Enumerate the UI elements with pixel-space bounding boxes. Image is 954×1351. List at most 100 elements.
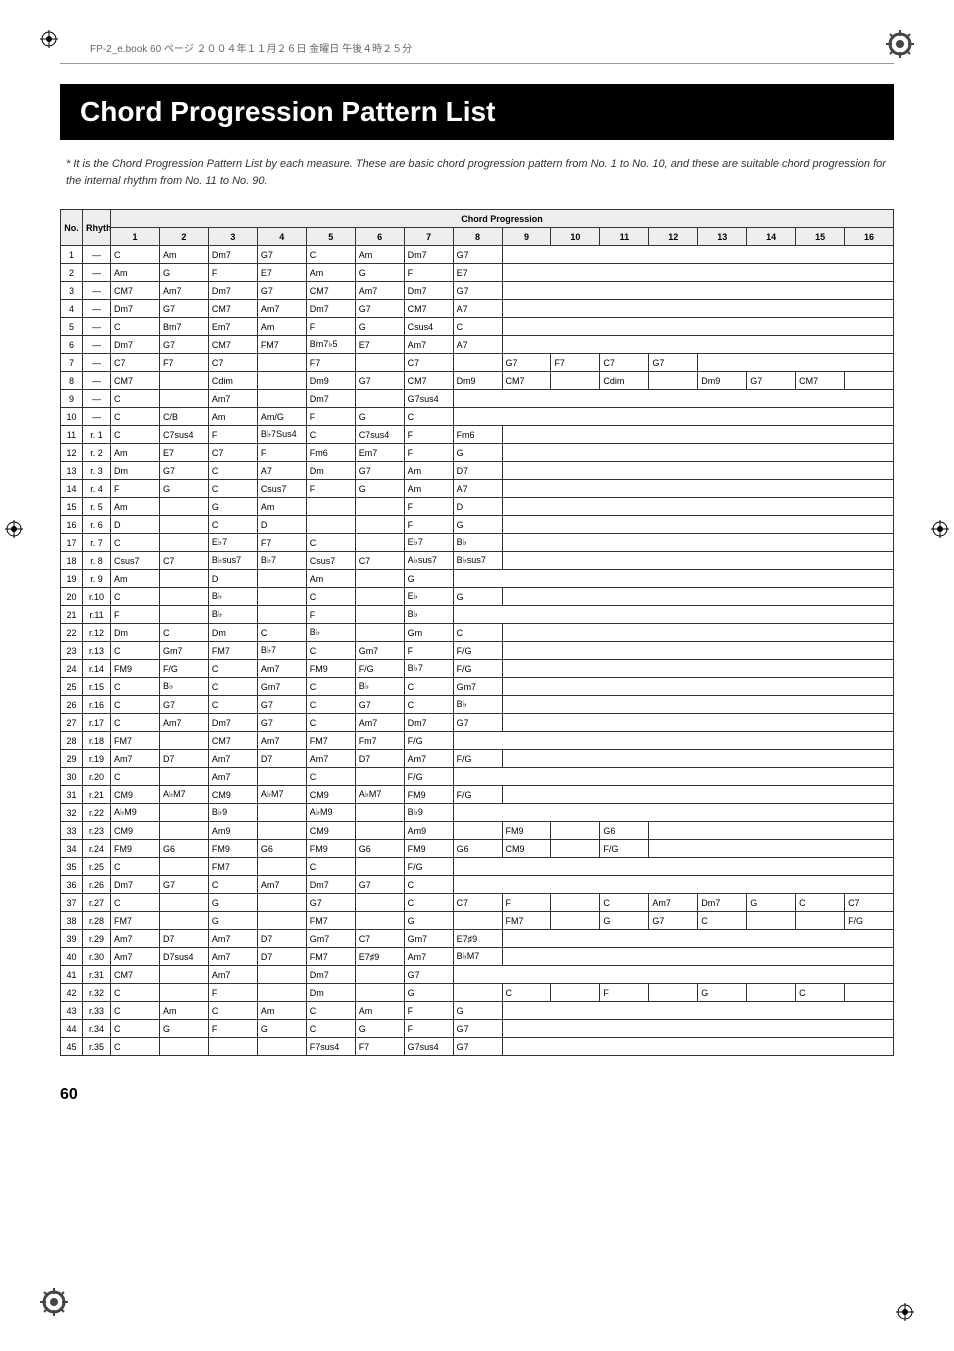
cell-no: 44 bbox=[61, 1020, 83, 1038]
cell-rhythm: r.18 bbox=[83, 732, 111, 750]
cell-chord: B♭sus7 bbox=[208, 552, 257, 570]
cell-chord: E7 bbox=[257, 264, 306, 282]
cell-chord: F7 bbox=[257, 534, 306, 552]
cell-chord: C bbox=[208, 876, 257, 894]
cell-chord: Am bbox=[159, 246, 208, 264]
cell-chord: G bbox=[355, 480, 404, 498]
cell-chord: C bbox=[306, 534, 355, 552]
cell-chord bbox=[159, 606, 208, 624]
cell-chord: Am7 bbox=[257, 732, 306, 750]
cell-chord: C/B bbox=[159, 408, 208, 426]
cell-no: 5 bbox=[61, 318, 83, 336]
cell-empty bbox=[502, 282, 894, 300]
cell-chord: F bbox=[404, 1020, 453, 1038]
cell-chord: C bbox=[306, 246, 355, 264]
cell-chord: C bbox=[306, 696, 355, 714]
cell-chord bbox=[306, 516, 355, 534]
note-text: * It is the Chord Progression Pattern Li… bbox=[66, 156, 888, 189]
cell-chord: CM7 bbox=[111, 372, 160, 390]
cell-chord: C bbox=[111, 246, 160, 264]
cell-chord: B♭ bbox=[159, 678, 208, 696]
cell-chord: E7 bbox=[355, 336, 404, 354]
cell-chord: Bm7 bbox=[159, 318, 208, 336]
cell-no: 7 bbox=[61, 354, 83, 372]
cell-chord: F bbox=[208, 1020, 257, 1038]
cell-chord: CM9 bbox=[111, 822, 160, 840]
cell-chord: C bbox=[257, 624, 306, 642]
cell-rhythm: r.17 bbox=[83, 714, 111, 732]
cell-chord: Am7 bbox=[159, 714, 208, 732]
cell-chord: C7 bbox=[355, 552, 404, 570]
cell-chord: Dm7 bbox=[404, 282, 453, 300]
cell-empty bbox=[453, 570, 893, 588]
cell-chord: B♭M7 bbox=[453, 948, 502, 966]
cell-chord bbox=[257, 372, 306, 390]
table-row: 44r.34CGFGCGFG7 bbox=[61, 1020, 894, 1038]
cell-chord: FM7 bbox=[257, 336, 306, 354]
cell-no: 15 bbox=[61, 498, 83, 516]
cell-chord: F bbox=[306, 408, 355, 426]
cell-chord: G7sus4 bbox=[404, 1038, 453, 1056]
cell-rhythm: r.20 bbox=[83, 768, 111, 786]
cell-chord: CM7 bbox=[208, 300, 257, 318]
cell-rhythm: r.29 bbox=[83, 930, 111, 948]
cell-chord: F bbox=[306, 480, 355, 498]
cell-no: 28 bbox=[61, 732, 83, 750]
cell-chord: Am bbox=[404, 462, 453, 480]
cell-chord: C bbox=[306, 1020, 355, 1038]
cell-rhythm: — bbox=[83, 354, 111, 372]
cell-chord: G bbox=[355, 408, 404, 426]
cell-chord: G bbox=[698, 984, 747, 1002]
cell-rhythm: — bbox=[83, 390, 111, 408]
table-row: 24r.14FM9F/GCAm7FM9F/GB♭7F/G bbox=[61, 660, 894, 678]
cell-chord: G7 bbox=[453, 1038, 502, 1056]
cell-chord: F bbox=[404, 1002, 453, 1020]
table-row: 26r.16CG7CG7CG7CB♭ bbox=[61, 696, 894, 714]
table-row: 18r. 8Csus7C7B♭sus7B♭7Csus7C7A♭sus7B♭sus… bbox=[61, 552, 894, 570]
cell-chord: Am7 bbox=[404, 336, 453, 354]
cell-chord bbox=[355, 984, 404, 1002]
cell-chord: B♭ bbox=[453, 534, 502, 552]
cell-chord bbox=[159, 516, 208, 534]
cell-empty bbox=[453, 732, 893, 750]
table-row: 32r.22A♭M9B♭9A♭M9B♭9 bbox=[61, 804, 894, 822]
cell-chord: G bbox=[404, 984, 453, 1002]
cell-chord: G bbox=[208, 894, 257, 912]
cell-empty bbox=[453, 966, 893, 984]
cell-chord bbox=[796, 912, 845, 930]
cell-chord: C bbox=[453, 624, 502, 642]
cell-empty bbox=[453, 408, 893, 426]
cell-chord: F bbox=[111, 480, 160, 498]
cell-chord: Am bbox=[111, 570, 160, 588]
cell-no: 17 bbox=[61, 534, 83, 552]
cell-chord bbox=[257, 804, 306, 822]
cell-chord: C bbox=[306, 588, 355, 606]
cell-rhythm: r.24 bbox=[83, 840, 111, 858]
cell-chord: A7 bbox=[453, 480, 502, 498]
table-row: 17r. 7CE♭7F7CE♭7B♭ bbox=[61, 534, 894, 552]
cell-chord bbox=[355, 912, 404, 930]
cell-no: 26 bbox=[61, 696, 83, 714]
cell-chord: A7 bbox=[453, 336, 502, 354]
cell-chord: A♭M7 bbox=[159, 786, 208, 804]
cell-chord: CM9 bbox=[502, 840, 551, 858]
cell-chord: C bbox=[111, 426, 160, 444]
col-step: 10 bbox=[551, 228, 600, 246]
cell-chord: Am/G bbox=[257, 408, 306, 426]
cell-chord: G7sus4 bbox=[404, 390, 453, 408]
cell-chord bbox=[159, 390, 208, 408]
col-step: 2 bbox=[159, 228, 208, 246]
cell-chord: C bbox=[111, 642, 160, 660]
cell-chord: G7 bbox=[355, 300, 404, 318]
cell-chord: FM9 bbox=[404, 786, 453, 804]
cell-chord: F7 bbox=[551, 354, 600, 372]
cell-chord: FM7 bbox=[111, 732, 160, 750]
cell-chord bbox=[257, 354, 306, 372]
table-row: 12r. 2AmE7C7FFm6Em7FG bbox=[61, 444, 894, 462]
cell-chord bbox=[355, 894, 404, 912]
cell-no: 29 bbox=[61, 750, 83, 768]
cell-chord: C bbox=[111, 390, 160, 408]
col-chord-progression: Chord Progression bbox=[111, 210, 894, 228]
cell-chord: Dm7 bbox=[404, 246, 453, 264]
cell-chord: Am7 bbox=[306, 750, 355, 768]
